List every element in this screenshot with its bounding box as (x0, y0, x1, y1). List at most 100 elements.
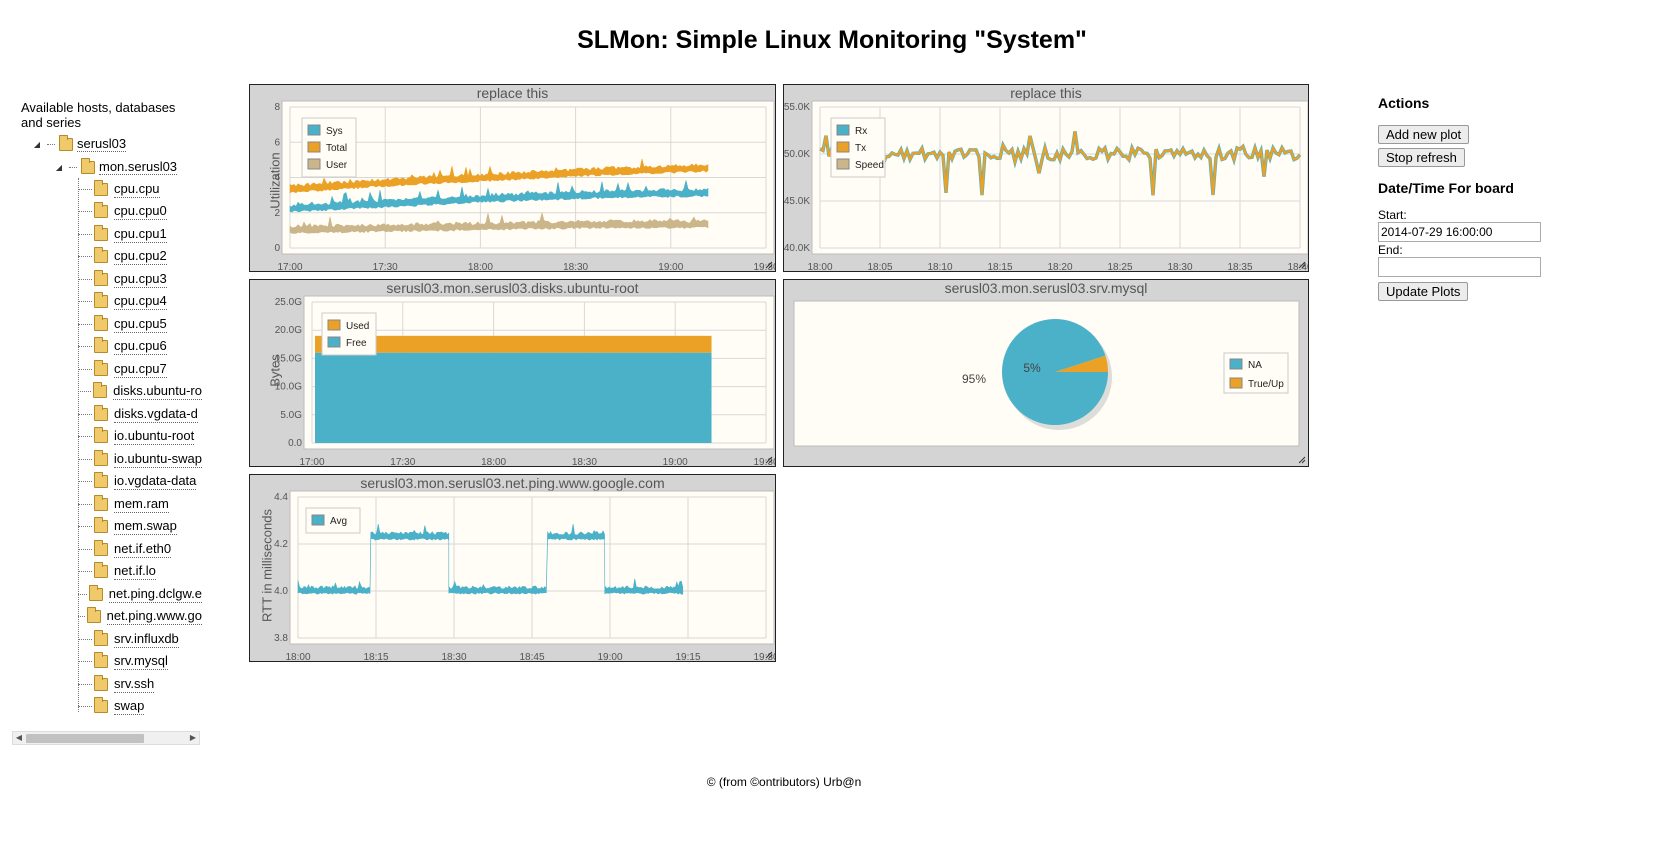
series-label[interactable]: mem.swap (114, 518, 177, 536)
y-tick-label: 2 (274, 208, 280, 219)
series-item[interactable]: cpu.cpu1 (78, 223, 202, 246)
legend-swatch (311, 514, 325, 526)
plot-panel-cpu[interactable]: replace this Utilization 0 2 4 6 8 17:00 17:30… (249, 84, 776, 272)
y-tick-label: 4.0 (274, 586, 288, 597)
series-item[interactable]: io.vgdata-data (78, 471, 202, 494)
series-label[interactable]: cpu.cpu1 (114, 226, 167, 243)
series-item[interactable]: cpu.cpu0 (78, 201, 202, 224)
resize-handle-icon[interactable] (1298, 261, 1306, 269)
actions-heading: Actions (1378, 95, 1430, 111)
series-item[interactable]: net.if.lo (78, 561, 202, 584)
start-datetime-input[interactable] (1378, 222, 1541, 242)
resize-handle-icon[interactable] (765, 261, 773, 269)
folder-icon (94, 359, 108, 376)
y-tick-label: 3.8 (274, 633, 288, 644)
collapse-icon[interactable]: ◢ (31, 140, 43, 149)
series-label[interactable]: cpu.cpu5 (114, 316, 167, 333)
y-tick-label: 40.0K (784, 243, 810, 254)
x-tick-label: 18:05 (867, 262, 892, 271)
series-label[interactable]: srv.mysql (114, 653, 168, 671)
add-new-plot-button[interactable]: Add new plot (1378, 125, 1470, 144)
y-tick-label: 5.0G (280, 410, 302, 421)
series-label[interactable]: cpu.cpu3 (114, 271, 167, 288)
resize-handle-icon[interactable] (1298, 456, 1306, 464)
pie-label: 5% (1023, 361, 1041, 375)
series-item[interactable]: cpu.cpu4 (78, 291, 202, 314)
series-item[interactable]: mem.ram (78, 493, 202, 516)
series-label[interactable]: cpu.cpu6 (114, 338, 167, 356)
series-label[interactable]: net.if.eth0 (114, 541, 172, 558)
series-label[interactable]: net.ping.www.go (106, 608, 202, 626)
scroll-left-icon[interactable]: ◀ (13, 732, 25, 744)
x-tick-label: 19:00 (597, 652, 622, 661)
series-label[interactable]: cpu.cpu (114, 181, 160, 198)
end-datetime-input[interactable] (1378, 257, 1541, 277)
x-tick-label: 18:15 (987, 262, 1012, 271)
plot-panel-ping[interactable]: serusl03.mon.serusl03.net.ping.www.googl… (249, 474, 776, 662)
series-item[interactable]: io.ubuntu-swap (78, 448, 202, 471)
series-item[interactable]: srv.influxdb (78, 628, 202, 651)
folder-icon (93, 449, 108, 466)
series-label[interactable]: cpu.cpu7 (114, 361, 167, 378)
series-label[interactable]: cpu.cpu4 (114, 293, 167, 311)
series-item[interactable]: cpu.cpu5 (78, 313, 202, 336)
series-label[interactable]: io.ubuntu-swap (113, 451, 202, 468)
folder-icon (94, 224, 108, 241)
series-label[interactable]: cpu.cpu0 (114, 203, 167, 221)
series-item[interactable]: disks.vgdata-d (78, 403, 202, 426)
series-item[interactable]: cpu.cpu2 (78, 246, 202, 269)
sidebar-horizontal-scrollbar[interactable]: ◀ ▶ (12, 731, 200, 745)
plot-panel-disk[interactable]: serusl03.mon.serusl03.disks.ubuntu-root … (249, 279, 776, 467)
series-label[interactable]: disks.vgdata-d (114, 406, 198, 423)
scroll-right-icon[interactable]: ▶ (187, 732, 199, 744)
folder-icon (94, 697, 108, 714)
series-label[interactable]: net.if.lo (114, 563, 156, 581)
series-item[interactable]: srv.ssh (78, 673, 202, 696)
folder-icon (94, 202, 108, 219)
series-item[interactable]: cpu.cpu6 (78, 336, 202, 359)
series-label[interactable]: cpu.cpu2 (114, 248, 167, 266)
folder-icon (93, 382, 108, 399)
y-tick-label: 55.0K (784, 102, 810, 113)
series-item[interactable]: srv.mysql (78, 651, 202, 674)
legend-swatch (307, 124, 321, 136)
folder-icon (88, 584, 103, 601)
tree-host-node[interactable]: ◢ serusl03 (31, 134, 127, 152)
series-item[interactable]: net.if.eth0 (78, 538, 202, 561)
folder-icon (94, 179, 108, 196)
series-item[interactable]: net.ping.dclgw.e (78, 583, 202, 606)
database-label[interactable]: mon.serusl03 (99, 159, 178, 175)
series-item[interactable]: cpu.cpu (78, 178, 202, 201)
legend-label: User (326, 160, 348, 171)
stop-refresh-button[interactable]: Stop refresh (1378, 148, 1465, 167)
y-tick-label: 8 (274, 102, 280, 113)
folder-icon (59, 134, 73, 151)
series-label[interactable]: io.ubuntu-root (114, 428, 195, 446)
series-label[interactable]: swap (114, 698, 145, 716)
series-label[interactable]: srv.influxdb (114, 631, 179, 648)
resize-handle-icon[interactable] (765, 456, 773, 464)
resize-handle-icon[interactable] (765, 651, 773, 659)
tree-database-node[interactable]: ◢ mon.serusl03 (53, 157, 178, 175)
folder-icon (81, 157, 95, 174)
series-item[interactable]: disks.ubuntu-ro (78, 381, 202, 404)
series-label[interactable]: io.vgdata-data (114, 473, 197, 491)
scrollbar-thumb[interactable] (26, 734, 144, 743)
series-label[interactable]: disks.ubuntu-ro (113, 383, 202, 401)
collapse-icon[interactable]: ◢ (53, 163, 65, 172)
series-item[interactable]: swap (78, 696, 202, 719)
plot-panel-mysql[interactable]: serusl03.mon.serusl03.srv.mysql 95% 5% NA T… (783, 279, 1309, 467)
host-label[interactable]: serusl03 (77, 136, 127, 152)
x-tick-label: 18:30 (1167, 262, 1192, 271)
series-label[interactable]: srv.ssh (114, 676, 155, 693)
series-item[interactable]: net.ping.www.go (78, 606, 202, 629)
y-tick-label: 4.2 (274, 539, 288, 550)
series-item[interactable]: cpu.cpu3 (78, 268, 202, 291)
series-item[interactable]: io.ubuntu-root (78, 426, 202, 449)
series-item[interactable]: mem.swap (78, 516, 202, 539)
series-item[interactable]: cpu.cpu7 (78, 358, 202, 381)
series-label[interactable]: mem.ram (114, 496, 169, 513)
update-plots-button[interactable]: Update Plots (1378, 282, 1469, 301)
series-label[interactable]: net.ping.dclgw.e (108, 586, 202, 603)
plot-panel-network[interactable]: replace this 40.0K 45.0K 50.0K 55.0K 18:00 18… (783, 84, 1309, 272)
